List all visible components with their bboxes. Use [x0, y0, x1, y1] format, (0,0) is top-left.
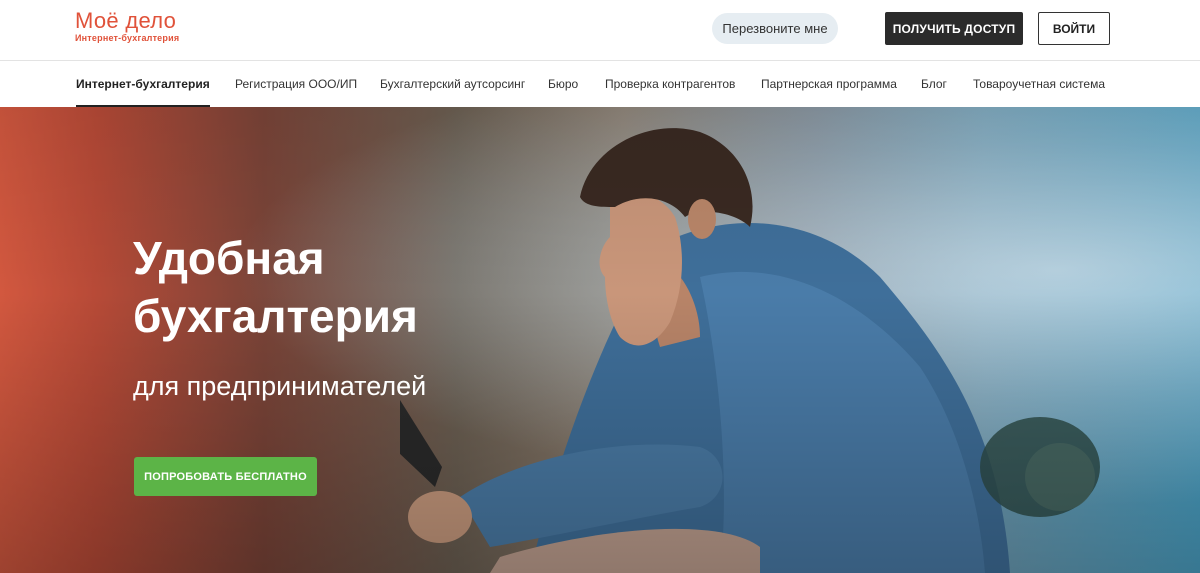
nav-item-label: Регистрация ООО/ИП — [235, 77, 358, 91]
get-access-button[interactable]: ПОЛУЧИТЬ ДОСТУП — [885, 12, 1023, 45]
site-header: Моё дело Интернет-бухгалтерия Перезвонит… — [0, 0, 1200, 60]
nav-item-label: Интернет-бухгалтерия — [76, 77, 210, 91]
nav-item-partner-program[interactable]: Партнерская программа — [761, 61, 897, 107]
logo-subtitle: Интернет-бухгалтерия — [75, 33, 180, 43]
login-button[interactable]: ВОЙТИ — [1038, 12, 1110, 45]
nav-item-bureau[interactable]: Бюро — [548, 61, 578, 107]
nav-item-outsourcing[interactable]: Бухгалтерский аутсорсинг — [380, 61, 525, 107]
hero-subtitle: для предпринимателей — [133, 371, 427, 401]
nav-item-internet-accounting[interactable]: Интернет-бухгалтерия — [76, 61, 210, 107]
callback-button[interactable]: Перезвоните мне — [712, 13, 838, 44]
hero-title-line: бухгалтерия — [133, 290, 418, 342]
logo-title: Моё дело — [75, 8, 177, 33]
hero-banner: Удобная бухгалтерия для предпринимателей… — [0, 107, 1200, 573]
nav-item-inventory-system[interactable]: Товароучетная система — [973, 61, 1105, 107]
nav-item-label: Бухгалтерский аутсорсинг — [380, 77, 526, 91]
nav-item-registration[interactable]: Регистрация ООО/ИП — [235, 61, 357, 107]
nav-item-label: Бюро — [548, 77, 579, 91]
main-nav: Интернет-бухгалтерия Регистрация ООО/ИП … — [0, 60, 1200, 107]
logo[interactable]: Моё дело Интернет-бухгалтерия — [75, 10, 179, 44]
hero-title-line: Удобная — [133, 232, 325, 284]
nav-item-label: Проверка контрагентов — [605, 77, 736, 91]
hero-title: Удобная бухгалтерия — [133, 229, 553, 345]
nav-item-blog[interactable]: Блог — [921, 61, 947, 107]
try-free-button[interactable]: ПОПРОБОВАТЬ БЕСПЛАТНО — [134, 457, 317, 496]
nav-item-label: Блог — [921, 77, 947, 91]
nav-item-label: Партнерская программа — [761, 77, 897, 91]
nav-item-label: Товароучетная система — [973, 77, 1106, 91]
nav-item-counterparty-check[interactable]: Проверка контрагентов — [605, 61, 735, 107]
